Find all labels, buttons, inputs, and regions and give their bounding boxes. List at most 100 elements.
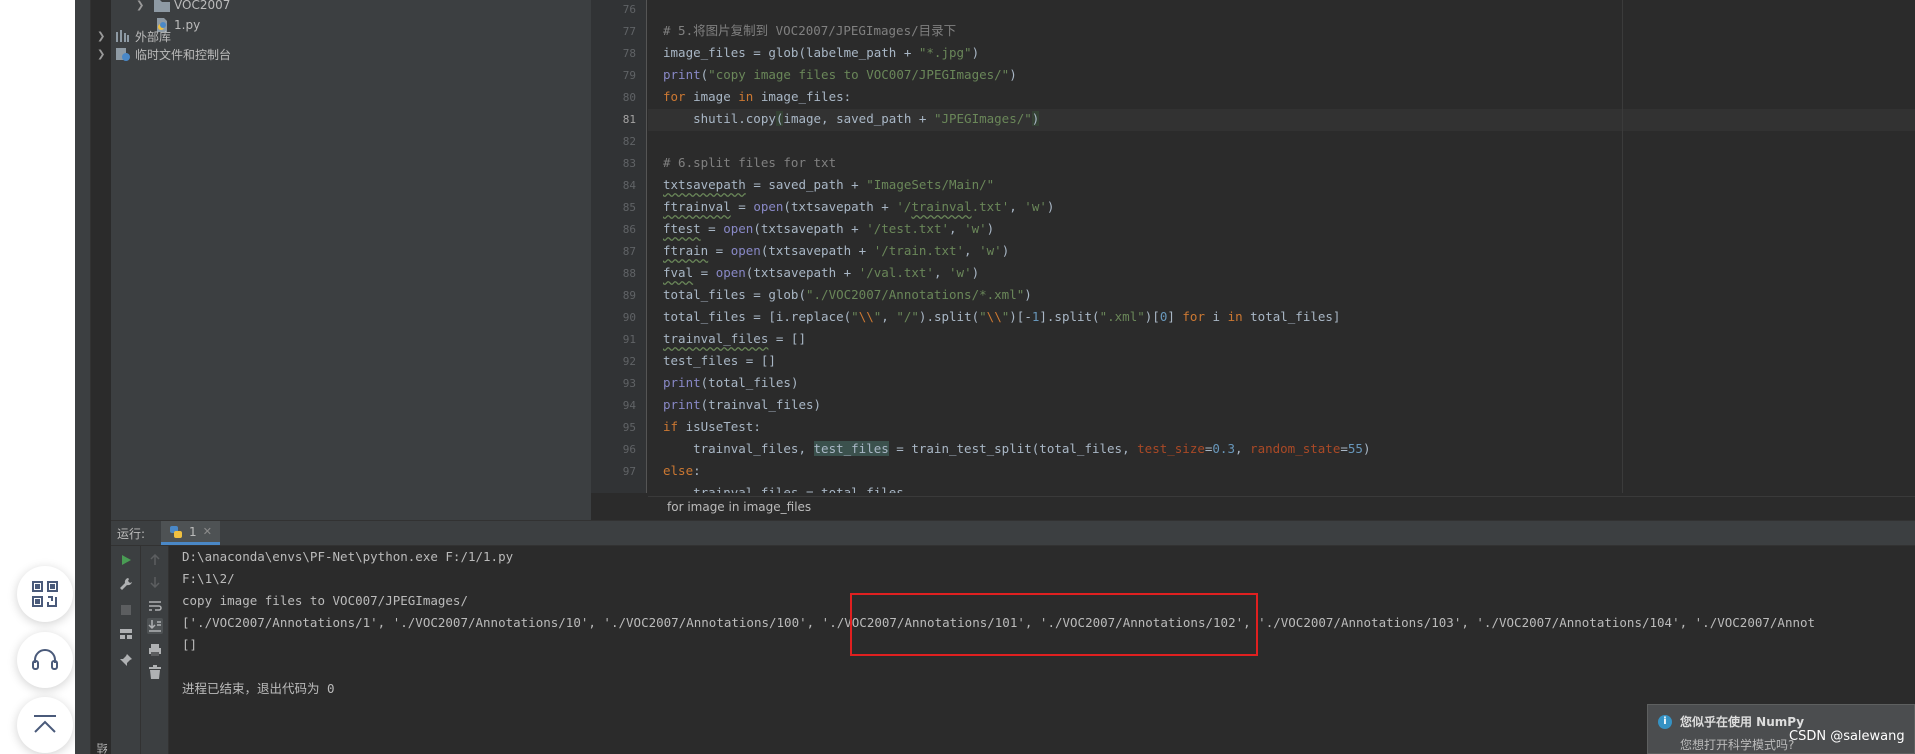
line-number: 76 <box>622 3 636 16</box>
chevron-right-icon[interactable]: ❯ <box>97 49 109 60</box>
run-panel-header: 运行: 1 ✕ <box>111 520 1915 546</box>
run-toolbar-primary <box>111 546 141 754</box>
pin-icon <box>120 654 132 666</box>
back-to-top-icon <box>34 715 56 733</box>
code-line: trainval_files = total_files <box>663 485 904 493</box>
code-line: ftrain = open(txtsavepath + '/train.txt'… <box>663 243 1010 258</box>
print-button[interactable] <box>147 642 163 658</box>
console-line: D:\anaconda\envs\PF-Net\python.exe F:/1/… <box>182 549 514 564</box>
back-to-top-button[interactable] <box>17 697 73 753</box>
line-number: 95 <box>622 421 636 434</box>
library-icon <box>115 29 131 43</box>
trash-icon <box>149 665 161 679</box>
qrcode-icon <box>32 581 58 607</box>
line-number: 90 <box>622 311 636 324</box>
notification-title: 您似乎在使用 NumPy <box>1680 715 1805 729</box>
rerun-button[interactable] <box>118 552 134 568</box>
folder-icon <box>154 0 170 12</box>
line-number: 86 <box>622 223 636 236</box>
line-number: 77 <box>622 25 636 38</box>
code-line: trainval_files = [] <box>663 331 806 346</box>
code-line: # 6.split files for txt <box>663 155 837 170</box>
scroll-to-end-icon <box>148 620 161 632</box>
play-icon <box>122 555 131 565</box>
wrench-icon <box>120 578 132 590</box>
code-line: fval = open(txtsavepath + '/val.txt', 'w… <box>663 265 980 280</box>
run-toolbar-secondary <box>141 546 169 754</box>
editor-breadcrumb[interactable]: for image in image_files <box>648 496 1915 518</box>
line-number: 96 <box>622 443 636 456</box>
tree-item-voc2007[interactable]: ❯ VOC2007 <box>136 0 230 15</box>
soft-wrap-icon <box>149 601 162 611</box>
chevron-right-icon[interactable]: ❯ <box>97 31 109 42</box>
code-line: for image in image_files: <box>663 89 852 104</box>
code-line: else: <box>663 463 701 478</box>
code-line: txtsavepath = saved_path + "ImageSets/Ma… <box>663 177 995 192</box>
chevron-right-icon[interactable]: ❯ <box>136 0 148 11</box>
code-line: print(total_files) <box>663 375 799 390</box>
code-line: trainval_files, test_files = train_test_… <box>663 441 1371 456</box>
restore-layout-button[interactable] <box>118 626 134 642</box>
close-icon[interactable]: ✕ <box>203 525 212 538</box>
run-tab[interactable]: 1 ✕ <box>161 521 220 545</box>
arrow-down-icon <box>150 577 160 588</box>
code-line: shutil.copy(image, saved_path + "JPEGIma… <box>663 111 1040 126</box>
code-line: ftrainval = open(txtsavepath + '/trainva… <box>663 199 1055 214</box>
code-line: if isUseTest: <box>663 419 761 434</box>
edit-config-button[interactable] <box>118 576 134 592</box>
soft-wrap-button[interactable] <box>147 598 163 614</box>
csdn-watermark: CSDN @salewang <box>1789 729 1905 744</box>
line-number: 91 <box>622 333 636 346</box>
line-number: 88 <box>622 267 636 280</box>
line-number: 94 <box>622 399 636 412</box>
console-line: [] <box>182 637 198 652</box>
code-editor[interactable]: # 5.将图片复制到 VOC2007/JPEGImages/目录下 image_… <box>648 0 1915 493</box>
line-number: 87 <box>622 245 636 258</box>
tree-item-external-libraries[interactable]: ❯ 外部库 <box>97 26 171 46</box>
code-line: print("copy image files to VOC007/JPEGIm… <box>663 67 1017 82</box>
console-line: 进程已结束，退出代码为 0 <box>182 681 335 696</box>
printer-icon <box>149 644 161 656</box>
code-line: total_files = [i.replace("\\", "/").spli… <box>663 309 1341 324</box>
info-icon: i <box>1658 714 1672 729</box>
tree-item-label: VOC2007 <box>174 0 231 12</box>
scroll-down-button[interactable] <box>147 574 163 590</box>
scratches-icon <box>115 47 131 61</box>
clear-all-button[interactable] <box>147 664 163 680</box>
tree-item-label: 外部库 <box>135 29 172 44</box>
line-number-gutter: 76 77 78 79 80 81 82 83 84 85 86 87 88 89 90 91 92 93 94 95… <box>591 0 647 493</box>
line-number: 81 <box>622 113 636 126</box>
scroll-up-button[interactable] <box>147 552 163 568</box>
line-number: 82 <box>622 135 636 148</box>
run-title: 运行: <box>117 526 146 541</box>
python-icon <box>170 525 183 538</box>
pin-tab-button[interactable] <box>118 652 134 668</box>
line-number: 93 <box>622 377 636 390</box>
tree-item-label: 临时文件和控制台 <box>135 47 232 62</box>
line-number: 78 <box>622 47 636 60</box>
project-tree: ❯ VOC2007 1.py ❯ 外部库 ❯ 临时文件和控制台 <box>97 0 591 520</box>
headset-icon <box>32 649 58 670</box>
line-number: 80 <box>622 91 636 104</box>
annotation-highlight-box <box>850 593 1258 656</box>
tree-item-label: 1.py <box>174 18 201 32</box>
line-number: 79 <box>622 69 636 82</box>
page-left-margin <box>0 0 75 754</box>
line-number: 83 <box>622 157 636 170</box>
line-number: 97 <box>622 465 636 478</box>
qrcode-button[interactable] <box>17 566 73 622</box>
line-number: 92 <box>622 355 636 368</box>
code-line: ftest = open(txtsavepath + '/test.txt', … <box>663 221 995 236</box>
line-number: 84 <box>622 179 636 192</box>
right-margin-guide <box>1622 0 1623 493</box>
code-line: test_files = [] <box>663 353 776 368</box>
customer-service-button[interactable] <box>17 632 73 688</box>
code-line: image_files = glob(labelme_path + "*.jpg… <box>663 45 980 60</box>
tree-item-scratches[interactable]: ❯ 临时文件和控制台 <box>97 44 231 64</box>
tool-window-stripe <box>75 0 91 754</box>
stop-icon <box>121 605 131 615</box>
code-line: print(trainval_files) <box>663 397 822 412</box>
line-number: 89 <box>622 289 636 302</box>
scroll-to-end-button[interactable] <box>147 618 163 634</box>
stop-button[interactable] <box>118 602 134 618</box>
